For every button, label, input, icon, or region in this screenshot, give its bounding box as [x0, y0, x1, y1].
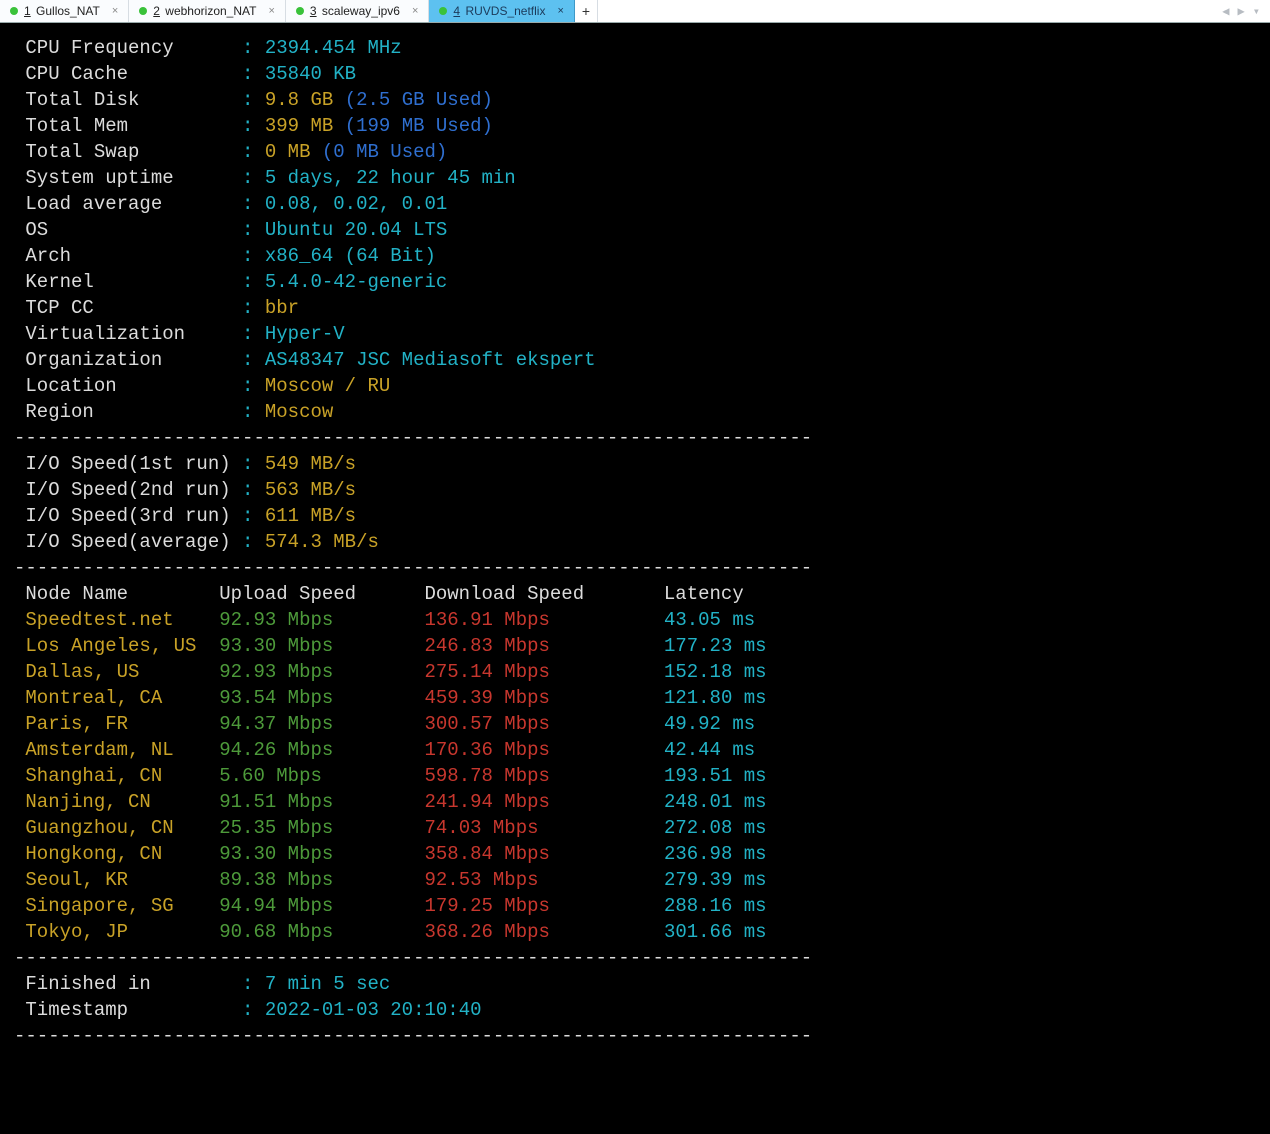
- terminal-line: Tokyo, JP 90.68 Mbps 368.26 Mbps 301.66 …: [14, 919, 1256, 945]
- terminal-line: Los Angeles, US 93.30 Mbps 246.83 Mbps 1…: [14, 633, 1256, 659]
- terminal-line: Total Disk : 9.8 GB (2.5 GB Used): [14, 87, 1256, 113]
- terminal-line: Location : Moscow / RU: [14, 373, 1256, 399]
- terminal-line: Region : Moscow: [14, 399, 1256, 425]
- tab-bar: 1 Gullos_NAT × 2 webhorizon_NAT × 3 scalew…: [0, 0, 1270, 23]
- terminal-line: Virtualization : Hyper-V: [14, 321, 1256, 347]
- terminal-line: Hongkong, CN 93.30 Mbps 358.84 Mbps 236.…: [14, 841, 1256, 867]
- new-tab-button[interactable]: +: [575, 0, 598, 22]
- tab-label: webhorizon_NAT: [165, 4, 256, 18]
- terminal-line: Paris, FR 94.37 Mbps 300.57 Mbps 49.92 m…: [14, 711, 1256, 737]
- terminal-line: I/O Speed(1st run) : 549 MB/s: [14, 451, 1256, 477]
- tab-number: 4: [453, 4, 460, 18]
- terminal-line: Timestamp : 2022-01-03 20:10:40: [14, 997, 1256, 1023]
- terminal-line: Arch : x86_64 (64 Bit): [14, 243, 1256, 269]
- tab-next-icon[interactable]: ▶: [1238, 4, 1245, 19]
- terminal-line: Total Swap : 0 MB (0 MB Used): [14, 139, 1256, 165]
- tab-prev-icon[interactable]: ◀: [1222, 4, 1229, 19]
- terminal-line: Dallas, US 92.93 Mbps 275.14 Mbps 152.18…: [14, 659, 1256, 685]
- close-icon[interactable]: ×: [557, 1, 563, 21]
- terminal-line: Shanghai, CN 5.60 Mbps 598.78 Mbps 193.5…: [14, 763, 1256, 789]
- tab-1[interactable]: 1 Gullos_NAT ×: [0, 0, 129, 22]
- terminal-line: Organization : AS48347 JSC Mediasoft eks…: [14, 347, 1256, 373]
- terminal-line: Node Name Upload Speed Download Speed La…: [14, 581, 1256, 607]
- terminal-line: Amsterdam, NL 94.26 Mbps 170.36 Mbps 42.…: [14, 737, 1256, 763]
- tab-number: 3: [310, 4, 317, 18]
- close-icon[interactable]: ×: [112, 1, 118, 21]
- tab-4[interactable]: 4 RUVDS_netflix ×: [429, 0, 575, 22]
- status-dot-icon: [296, 7, 304, 15]
- terminal-line: Speedtest.net 92.93 Mbps 136.91 Mbps 43.…: [14, 607, 1256, 633]
- terminal-line: Montreal, CA 93.54 Mbps 459.39 Mbps 121.…: [14, 685, 1256, 711]
- terminal-output[interactable]: CPU Frequency : 2394.454 MHz CPU Cache :…: [0, 23, 1270, 1061]
- status-dot-icon: [10, 7, 18, 15]
- terminal-line: ----------------------------------------…: [14, 425, 1256, 451]
- tab-menu-icon[interactable]: ▾: [1253, 4, 1260, 19]
- terminal-line: CPU Cache : 35840 KB: [14, 61, 1256, 87]
- tab-2[interactable]: 2 webhorizon_NAT ×: [129, 0, 286, 22]
- terminal-line: TCP CC : bbr: [14, 295, 1256, 321]
- terminal-line: CPU Frequency : 2394.454 MHz: [14, 35, 1256, 61]
- terminal-line: Kernel : 5.4.0-42-generic: [14, 269, 1256, 295]
- terminal-line: Guangzhou, CN 25.35 Mbps 74.03 Mbps 272.…: [14, 815, 1256, 841]
- terminal-line: Singapore, SG 94.94 Mbps 179.25 Mbps 288…: [14, 893, 1256, 919]
- terminal-line: I/O Speed(average) : 574.3 MB/s: [14, 529, 1256, 555]
- terminal-line: Seoul, KR 89.38 Mbps 92.53 Mbps 279.39 m…: [14, 867, 1256, 893]
- tab-nav-controls: ◀ ▶ ▾: [1212, 0, 1270, 22]
- tab-number: 1: [24, 4, 31, 18]
- status-dot-icon: [139, 7, 147, 15]
- terminal-line: ----------------------------------------…: [14, 945, 1256, 971]
- tab-label: Gullos_NAT: [36, 4, 100, 18]
- tab-3[interactable]: 3 scaleway_ipv6 ×: [286, 0, 430, 22]
- terminal-line: I/O Speed(3rd run) : 611 MB/s: [14, 503, 1256, 529]
- status-dot-icon: [439, 7, 447, 15]
- terminal-line: Nanjing, CN 91.51 Mbps 241.94 Mbps 248.0…: [14, 789, 1256, 815]
- close-icon[interactable]: ×: [412, 1, 418, 21]
- terminal-line: System uptime : 5 days, 22 hour 45 min: [14, 165, 1256, 191]
- tab-label: scaleway_ipv6: [322, 4, 400, 18]
- terminal-line: OS : Ubuntu 20.04 LTS: [14, 217, 1256, 243]
- tab-number: 2: [153, 4, 160, 18]
- terminal-line: ----------------------------------------…: [14, 555, 1256, 581]
- terminal-line: Load average : 0.08, 0.02, 0.01: [14, 191, 1256, 217]
- terminal-line: ----------------------------------------…: [14, 1023, 1256, 1049]
- terminal-line: Finished in : 7 min 5 sec: [14, 971, 1256, 997]
- terminal-line: I/O Speed(2nd run) : 563 MB/s: [14, 477, 1256, 503]
- tab-label: RUVDS_netflix: [465, 4, 545, 18]
- close-icon[interactable]: ×: [268, 1, 274, 21]
- terminal-line: Total Mem : 399 MB (199 MB Used): [14, 113, 1256, 139]
